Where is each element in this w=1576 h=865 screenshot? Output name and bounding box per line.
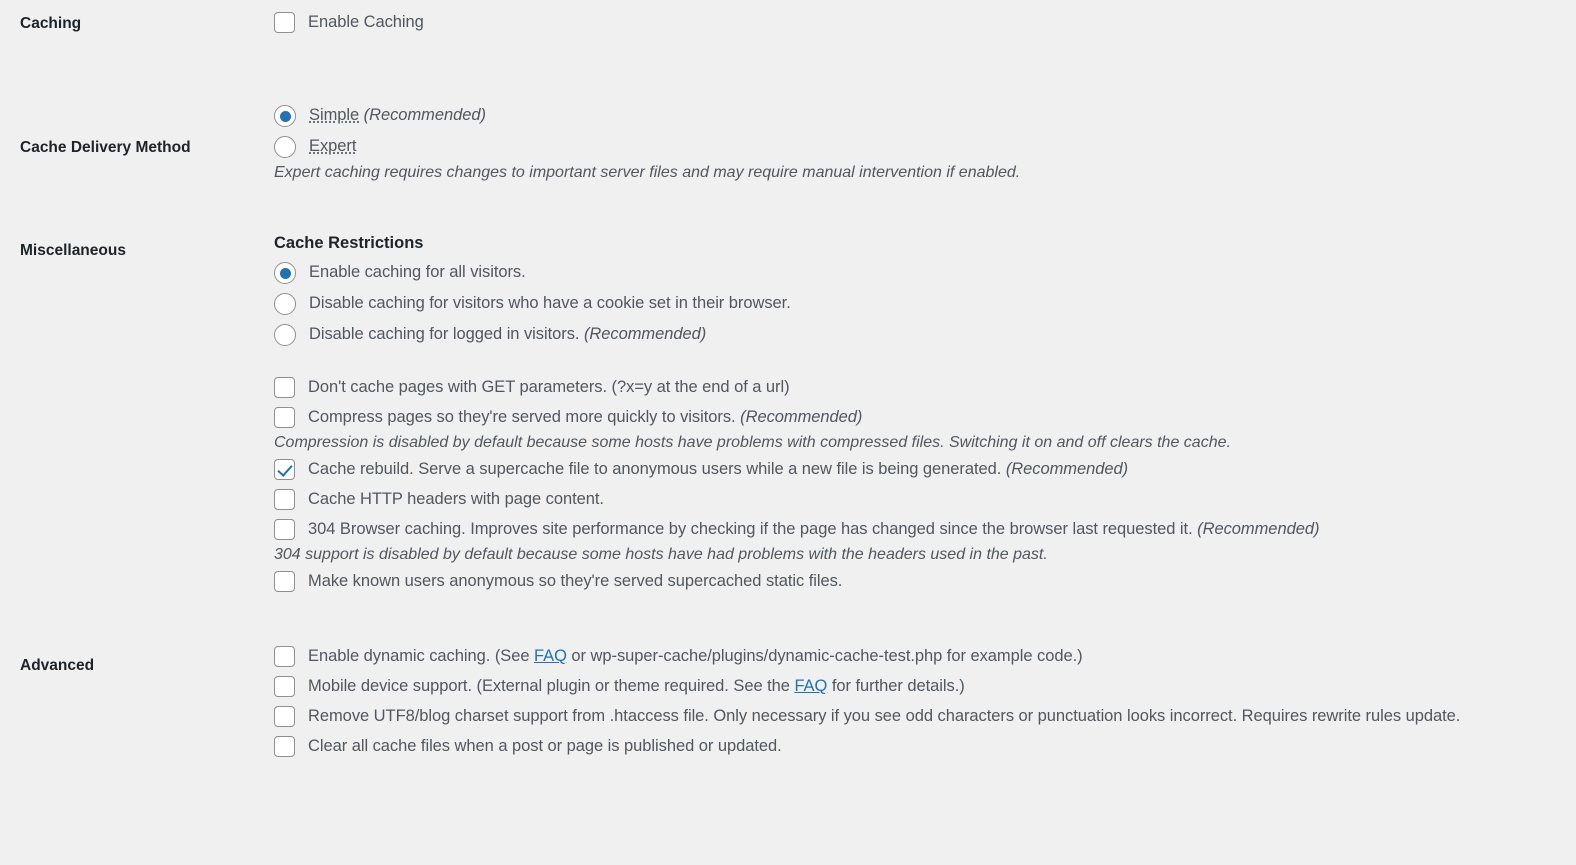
subheading-cache-restrictions: Cache Restrictions xyxy=(274,234,424,252)
option-restriction-logged-in[interactable]: Disable caching for logged in visitors. … xyxy=(274,324,1566,346)
label-delivery-simple-name: Simple xyxy=(309,106,360,124)
label-compress-pages: Compress pages so they're served more qu… xyxy=(295,407,862,428)
row-label-advanced: Advanced xyxy=(20,657,95,674)
checkbox-mobile-device-support[interactable] xyxy=(274,676,295,697)
option-delivery-expert[interactable]: Expert xyxy=(274,136,1566,158)
checkbox-cache-rebuild[interactable] xyxy=(274,459,295,480)
checkbox-no-cache-get-params[interactable] xyxy=(274,377,295,398)
row-fields-advanced: Enable dynamic caching. (See FAQ or wp-s… xyxy=(274,646,1576,766)
option-cache-rebuild[interactable]: Cache rebuild. Serve a supercache file t… xyxy=(274,459,1566,480)
checkbox-remove-utf8-charset[interactable] xyxy=(274,706,295,727)
faq-link-dynamic-caching[interactable]: FAQ xyxy=(534,647,567,665)
label-delivery-simple-recommended: (Recommended) xyxy=(359,106,486,124)
row-fields-miscellaneous: Cache Restrictions Enable caching for al… xyxy=(274,233,1576,601)
label-compress-pages-text: Compress pages so they're served more qu… xyxy=(308,408,736,426)
checkbox-304-browser-caching[interactable] xyxy=(274,519,295,540)
option-compress-pages[interactable]: Compress pages so they're served more qu… xyxy=(274,407,1566,428)
option-enable-caching[interactable]: Enable Caching xyxy=(274,12,1566,33)
label-304-browser-caching-recommended: (Recommended) xyxy=(1192,520,1320,538)
settings-row-advanced: Advanced Enable dynamic caching. (See FA… xyxy=(0,601,1576,766)
label-cache-rebuild-recommended: (Recommended) xyxy=(1001,460,1129,478)
checkbox-make-users-anonymous[interactable] xyxy=(274,571,295,592)
row-label-caching: Caching xyxy=(20,15,82,32)
label-delivery-simple: Simple (Recommended) xyxy=(296,105,486,126)
option-no-cache-get-params[interactable]: Don't cache pages with GET parameters. (… xyxy=(274,377,1566,398)
label-restriction-logged-in-recommended: (Recommended) xyxy=(579,325,707,343)
radio-restriction-cookie[interactable] xyxy=(274,293,296,315)
label-cache-rebuild-text: Cache rebuild. Serve a supercache file t… xyxy=(308,460,1002,478)
radio-delivery-simple[interactable] xyxy=(274,105,296,127)
option-clear-cache-on-publish[interactable]: Clear all cache files when a post or pag… xyxy=(274,736,1566,757)
note-expert-caching: Expert caching requires changes to impor… xyxy=(274,164,1021,181)
row-fields-caching: Enable Caching xyxy=(274,12,1576,50)
label-cache-rebuild: Cache rebuild. Serve a supercache file t… xyxy=(295,459,1128,480)
label-mobile-device-support-pre: Mobile device support. (External plugin … xyxy=(308,677,795,695)
label-no-cache-get-params: Don't cache pages with GET parameters. (… xyxy=(308,378,790,396)
label-delivery-expert-name: Expert xyxy=(309,137,357,155)
option-restriction-cookie[interactable]: Disable caching for visitors who have a … xyxy=(274,293,1566,315)
option-remove-utf8-charset[interactable]: Remove UTF8/blog charset support from .h… xyxy=(274,706,1566,727)
note-304-support: 304 support is disabled by default becau… xyxy=(274,546,1048,563)
faq-link-mobile-device-support[interactable]: FAQ xyxy=(794,677,827,695)
wp-super-cache-settings-table: Caching Enable Caching Cache Delivery Me… xyxy=(0,0,1576,766)
radio-delivery-expert[interactable] xyxy=(274,136,296,158)
row-label-miscellaneous: Miscellaneous xyxy=(20,242,126,259)
radio-restriction-all-visitors[interactable] xyxy=(274,262,296,284)
label-cache-http-headers: Cache HTTP headers with page content. xyxy=(308,490,604,508)
label-mobile-device-support: Mobile device support. (External plugin … xyxy=(295,676,965,697)
settings-row-caching: Caching Enable Caching xyxy=(0,0,1576,50)
label-mobile-device-support-post: for further details.) xyxy=(827,677,965,695)
label-dynamic-caching-post: or wp-super-cache/plugins/dynamic-cache-… xyxy=(566,647,1083,665)
label-make-users-anonymous: Make known users anonymous so they're se… xyxy=(308,572,843,590)
checkbox-enable-caching[interactable] xyxy=(274,12,295,33)
checkbox-clear-cache-on-publish[interactable] xyxy=(274,736,295,757)
option-304-browser-caching[interactable]: 304 Browser caching. Improves site perfo… xyxy=(274,519,1566,540)
label-dynamic-caching-pre: Enable dynamic caching. (See xyxy=(308,647,535,665)
note-compression: Compression is disabled by default becau… xyxy=(274,434,1231,451)
option-delivery-simple[interactable]: Simple (Recommended) xyxy=(274,105,1566,127)
settings-row-miscellaneous: Miscellaneous Cache Restrictions Enable … xyxy=(0,189,1576,601)
label-restriction-logged-in-text: Disable caching for logged in visitors. xyxy=(309,325,580,343)
label-enable-caching: Enable Caching xyxy=(308,13,424,31)
label-remove-utf8-charset: Remove UTF8/blog charset support from .h… xyxy=(308,707,1461,725)
radio-restriction-logged-in[interactable] xyxy=(274,324,296,346)
option-make-users-anonymous[interactable]: Make known users anonymous so they're se… xyxy=(274,571,1566,592)
checkbox-compress-pages[interactable] xyxy=(274,407,295,428)
checkbox-cache-http-headers[interactable] xyxy=(274,489,295,510)
option-dynamic-caching[interactable]: Enable dynamic caching. (See FAQ or wp-s… xyxy=(274,646,1566,667)
row-fields-cache-delivery-method: Simple (Recommended) Expert Expert cachi… xyxy=(274,105,1576,189)
label-restriction-all-visitors: Enable caching for all visitors. xyxy=(309,263,526,281)
settings-row-cache-delivery-method: Cache Delivery Method Simple (Recommende… xyxy=(0,50,1576,189)
label-304-browser-caching: 304 Browser caching. Improves site perfo… xyxy=(295,519,1319,540)
option-restriction-all-visitors[interactable]: Enable caching for all visitors. xyxy=(274,262,1566,284)
option-cache-http-headers[interactable]: Cache HTTP headers with page content. xyxy=(274,489,1566,510)
row-label-cache-delivery-method: Cache Delivery Method xyxy=(20,139,191,156)
label-restriction-logged-in: Disable caching for logged in visitors. … xyxy=(296,324,706,345)
spacer-restrictions xyxy=(274,355,1566,377)
label-clear-cache-on-publish: Clear all cache files when a post or pag… xyxy=(308,737,782,755)
label-dynamic-caching: Enable dynamic caching. (See FAQ or wp-s… xyxy=(295,646,1083,667)
label-restriction-cookie: Disable caching for visitors who have a … xyxy=(309,294,791,312)
label-304-browser-caching-text: 304 Browser caching. Improves site perfo… xyxy=(308,520,1193,538)
option-mobile-device-support[interactable]: Mobile device support. (External plugin … xyxy=(274,676,1566,697)
label-compress-pages-recommended: (Recommended) xyxy=(735,408,863,426)
label-delivery-expert: Expert xyxy=(296,136,356,157)
checkbox-dynamic-caching[interactable] xyxy=(274,646,295,667)
